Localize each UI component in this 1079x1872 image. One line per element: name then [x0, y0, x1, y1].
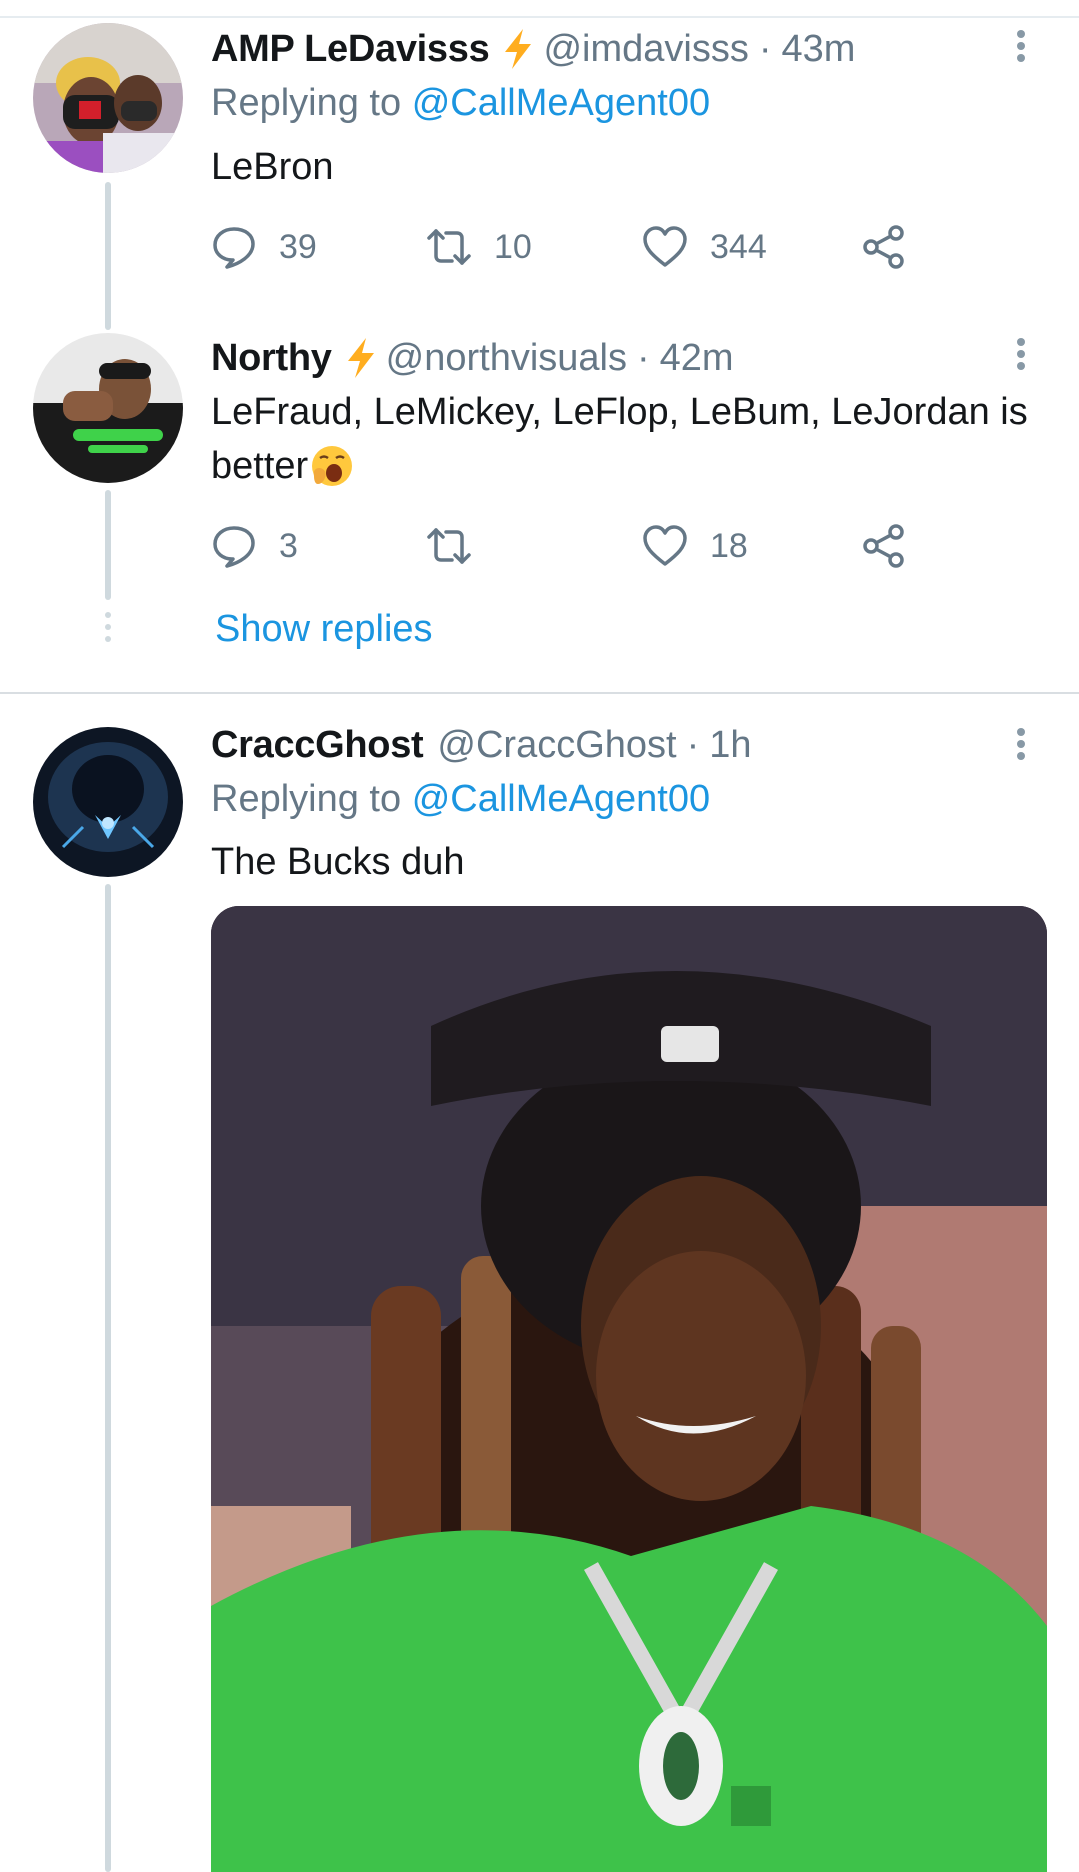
- display-name[interactable]: CraccGhost: [211, 724, 424, 767]
- mention-link[interactable]: @CallMeAgent00: [412, 778, 710, 820]
- replying-to-line: Replying to @CallMeAgent00: [211, 82, 710, 125]
- like-count: 18: [710, 526, 748, 565]
- timestamp[interactable]: 43m: [781, 28, 855, 71]
- tweet-text: The Bucks duh: [211, 841, 465, 883]
- separator-dot: ·: [758, 27, 772, 70]
- more-options-icon[interactable]: [1015, 724, 1027, 764]
- tweet-header: CraccGhost @CraccGhost · 1h: [211, 720, 752, 770]
- show-replies-link[interactable]: Show replies: [215, 608, 433, 651]
- conversation-divider: [0, 692, 1079, 694]
- tweet-photo[interactable]: [211, 906, 1047, 1872]
- separator-dot: ·: [686, 723, 700, 766]
- more-options-icon[interactable]: [1015, 26, 1027, 66]
- avatar[interactable]: [33, 23, 183, 173]
- share-icon: [863, 524, 904, 568]
- lightning-bolt-icon: [505, 29, 532, 69]
- tweet-actions: 39 10 344: [211, 222, 931, 272]
- tweet-text: LeBron: [211, 146, 334, 188]
- tweet-text: LeFraud, LeMickey, LeFlop, LeBum, LeJord…: [211, 385, 1041, 493]
- replying-to-label: Replying to: [211, 778, 402, 820]
- tweet-header: Northy @northvisuals · 42m: [211, 333, 734, 383]
- retweet-count: 10: [494, 227, 532, 266]
- thread-line: [105, 490, 111, 600]
- tweet-actions: 3 18: [211, 521, 931, 571]
- lightning-bolt-icon: [347, 338, 374, 378]
- separator-dot: ·: [637, 336, 650, 379]
- share-icon: [863, 225, 904, 269]
- reply-count: 3: [279, 526, 298, 565]
- like-button[interactable]: 344: [642, 222, 767, 272]
- display-name[interactable]: Northy: [211, 337, 332, 380]
- like-count: 344: [710, 227, 767, 266]
- retweet-button[interactable]: 10: [426, 222, 532, 272]
- reply-button[interactable]: 39: [211, 222, 317, 272]
- thread-line: [105, 884, 111, 1872]
- timestamp[interactable]: 42m: [660, 337, 734, 380]
- reply-button[interactable]: 3: [211, 521, 298, 571]
- replying-to-line: Replying to @CallMeAgent00: [211, 778, 710, 821]
- reply-icon: [213, 227, 255, 269]
- yawning-face-emoji-icon: [312, 446, 353, 486]
- avatar[interactable]: [33, 333, 183, 483]
- replying-to-label: Replying to: [211, 82, 402, 124]
- avatar[interactable]: [33, 727, 183, 877]
- reply-count: 39: [279, 227, 317, 266]
- heart-icon: [643, 525, 687, 566]
- share-button[interactable]: [861, 222, 907, 272]
- mention-link[interactable]: @CallMeAgent00: [412, 82, 710, 124]
- retweet-button[interactable]: [426, 521, 494, 571]
- user-handle[interactable]: @CraccGhost: [437, 724, 676, 767]
- retweet-icon: [427, 229, 471, 265]
- top-divider: [0, 16, 1079, 18]
- more-options-icon[interactable]: [1015, 334, 1027, 374]
- heart-icon: [643, 226, 687, 267]
- tweet-header: AMP LeDavisss @imdavisss · 43m: [211, 24, 855, 74]
- thread-dots: [102, 612, 114, 648]
- retweet-icon: [427, 528, 471, 564]
- thread-line: [105, 182, 111, 330]
- user-handle[interactable]: @imdavisss: [543, 28, 748, 71]
- display-name[interactable]: AMP LeDavisss: [211, 28, 490, 71]
- like-button[interactable]: 18: [642, 521, 748, 571]
- user-handle[interactable]: @northvisuals: [386, 337, 627, 380]
- share-button[interactable]: [861, 521, 907, 571]
- timestamp[interactable]: 1h: [709, 724, 751, 767]
- reply-icon: [213, 526, 255, 568]
